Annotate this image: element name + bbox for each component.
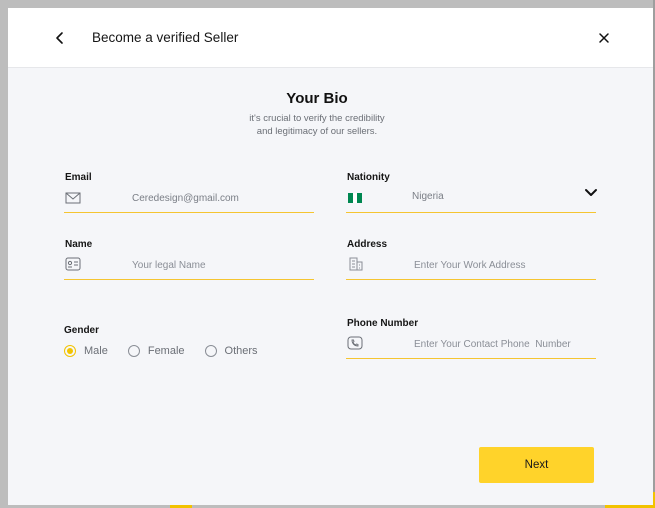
section-title: Your Bio <box>286 90 348 107</box>
modal-title: Become a verified Seller <box>92 30 239 45</box>
nigeria-flag-icon <box>348 193 363 203</box>
radio-button[interactable] <box>127 345 140 357</box>
modal-header: Become a verified Seller <box>8 8 653 68</box>
name-field[interactable] <box>132 258 312 272</box>
section-subtitle: it's crucial to verify the credibility a… <box>227 112 407 138</box>
envelope-icon <box>65 191 81 205</box>
radio-button[interactable] <box>64 345 76 357</box>
name-label: Name <box>65 239 93 250</box>
nationality-value[interactable]: Nigeria <box>412 191 444 202</box>
id-card-icon <box>65 257 81 271</box>
gender-option-female[interactable]: Female <box>127 345 185 357</box>
email-underline <box>64 212 314 213</box>
phone-field[interactable] <box>414 337 594 351</box>
gender-radio-group: Male Female Others <box>64 345 278 357</box>
email-label: Email <box>65 172 92 183</box>
radio-label: Female <box>147 345 185 357</box>
next-button[interactable]: Next <box>479 447 594 483</box>
building-icon <box>348 257 364 271</box>
address-underline <box>346 279 596 280</box>
subtitle-line: it's crucial to verify the credibility <box>249 113 385 124</box>
gender-option-male[interactable]: Male <box>64 345 108 357</box>
phone-icon <box>347 336 363 350</box>
address-label: Address <box>347 239 388 250</box>
close-icon[interactable] <box>596 30 612 46</box>
nationality-label: Nationity <box>347 172 390 183</box>
radio-button[interactable] <box>204 345 217 357</box>
name-underline <box>64 279 314 280</box>
address-field[interactable] <box>414 258 594 272</box>
radio-label: Male <box>84 345 108 357</box>
nationality-underline <box>346 212 596 213</box>
phone-label: Phone Number <box>347 318 419 329</box>
chevron-down-icon[interactable] <box>584 186 598 198</box>
gender-option-others[interactable]: Others <box>204 345 258 357</box>
seller-verification-modal: Become a verified Seller Your Bio it's c… <box>8 8 653 505</box>
chevron-left-icon[interactable] <box>52 30 68 46</box>
gender-label: Gender <box>64 325 100 336</box>
subtitle-line: and legitimacy of our sellers. <box>256 126 378 137</box>
radio-label: Others <box>224 345 258 357</box>
phone-underline <box>346 358 596 359</box>
email-field[interactable] <box>132 191 312 205</box>
